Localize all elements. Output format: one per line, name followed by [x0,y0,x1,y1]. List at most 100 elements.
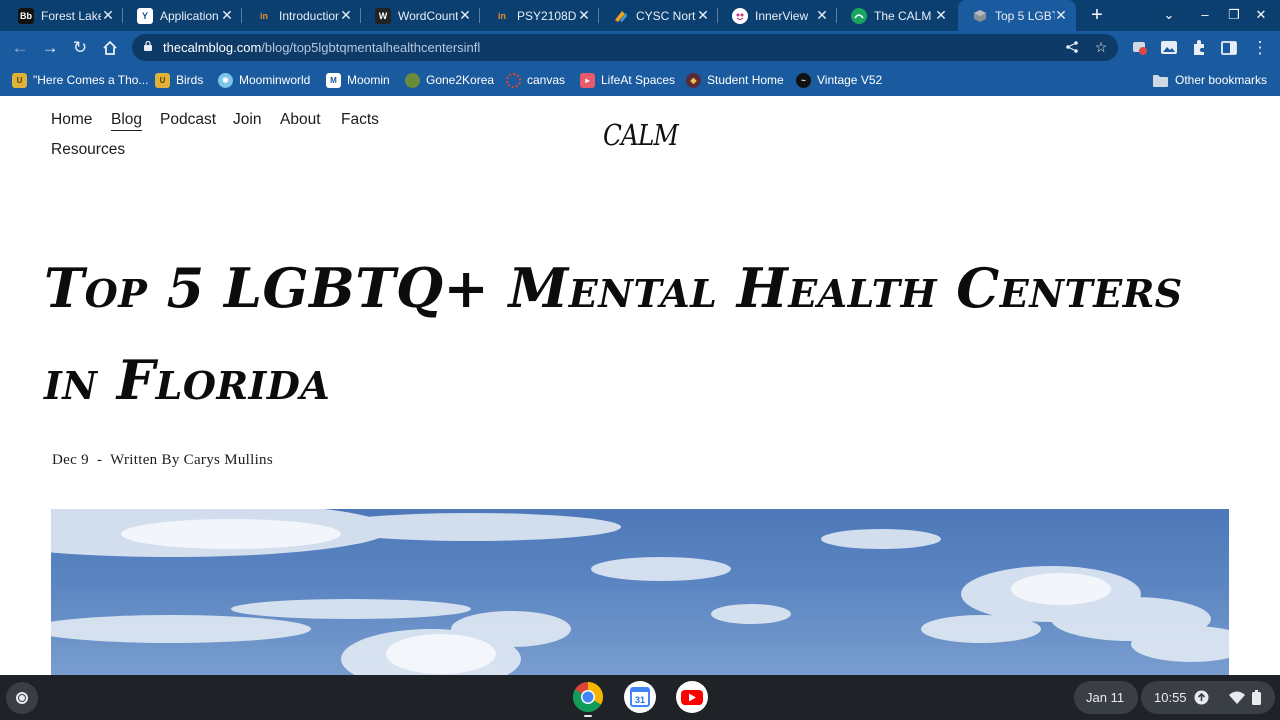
home-icon[interactable] [98,36,122,60]
tab-innerview[interactable]: InnerView ✕ [718,0,837,31]
time-text: 10:55 [1154,690,1187,705]
chrome-app-icon[interactable] [572,681,604,713]
extension-icon[interactable] [1131,39,1149,57]
tab-title: Application [160,8,219,23]
status-tray[interactable]: 10:55 [1141,681,1275,714]
bookmark-vintage-v52[interactable]: ~ Vintage V52 [796,71,882,89]
bookmark-here-comes[interactable]: U "Here Comes a Tho... [12,71,148,89]
bookmark-birds[interactable]: U Birds [155,71,203,89]
bookmark-label: Moominworld [239,73,311,87]
close-tab-icon[interactable]: ✕ [219,7,235,23]
site-logo[interactable]: CALM [603,118,679,152]
page-content: Home Blog Podcast Join About Facts Resou… [0,96,1280,675]
tab-introduction[interactable]: in Introduction ✕ [242,0,361,31]
running-indicator [584,715,592,717]
tab-search-chevron-icon[interactable]: ⌄ [1160,6,1178,24]
nav-home[interactable]: Home [51,111,92,129]
tab-psy2108de[interactable]: in PSY2108DE ✕ [480,0,599,31]
tab-title: Top 5 LGBT [995,8,1055,23]
bookmark-label: canvas [527,73,566,87]
bookmark-label: Moomin [347,73,390,87]
restore-icon[interactable]: ❐ [1225,6,1243,24]
close-window-icon[interactable]: ✕ [1252,6,1270,24]
tab-wordcount[interactable]: W WordCount ✕ [361,0,480,31]
tab-title: Forest Lake [41,8,101,23]
close-tab-icon[interactable]: ✕ [457,7,473,23]
calm-icon [851,7,867,24]
nav-podcast[interactable]: Podcast [160,111,216,129]
address-bar[interactable]: thecalmblog.com/blog/top5lgbtqmentalheal… [132,34,1118,61]
nav-about[interactable]: About [280,111,321,129]
bookmark-favicon-icon: U [12,72,27,88]
bookmark-label: LifeAt Spaces [601,73,676,87]
close-tab-icon[interactable]: ✕ [1053,7,1069,23]
bookmark-moominworld[interactable]: ✱ Moominworld [218,71,310,89]
url-path: /blog/top5lgbtqmentalhealthcentersinfl [261,40,481,55]
innerview-icon [732,7,748,24]
bookmark-canvas[interactable]: canvas [506,71,565,89]
wifi-icon [1229,691,1245,704]
tab-top5-lgbt[interactable]: Top 5 LGBT ✕ [958,0,1076,31]
side-panel-icon[interactable] [1220,39,1238,57]
nav-blog[interactable]: Blog [111,111,143,131]
tab-calm-blog[interactable]: The CALM B ✕ [837,0,956,31]
tab-title: The CALM B [874,8,934,23]
forward-icon[interactable]: → [38,36,62,60]
close-tab-icon[interactable]: ✕ [695,7,711,23]
tab-strip: Bb Forest Lake ✕ Y Application ✕ in Intr… [0,0,1280,31]
bookmark-label: Vintage V52 [817,73,883,87]
tab-forest-lake[interactable]: Bb Forest Lake ✕ [4,0,123,31]
in-icon: in [498,10,506,21]
bookmark-gone2korea[interactable]: Gone2Korea [405,71,494,89]
bookmark-moomin[interactable]: M Moomin [326,71,390,89]
browser-menu-icon[interactable]: ⋮ [1248,36,1272,60]
tab-title: WordCount [398,8,458,23]
update-icon [1194,690,1209,705]
bookmark-star-icon[interactable]: ☆ [1091,37,1111,57]
extensions-puzzle-icon[interactable] [1190,39,1208,57]
nav-facts[interactable]: Facts [341,111,379,129]
nav-resources[interactable]: Resources [51,141,125,159]
calendar-app-icon[interactable]: 31 [624,681,656,713]
tab-application[interactable]: Y Application ✕ [123,0,242,31]
launcher-button[interactable] [6,682,38,714]
launcher-dot-icon [19,695,25,701]
date-text: Jan 11 [1086,690,1125,705]
battery-icon [1252,690,1261,705]
close-tab-icon[interactable]: ✕ [933,7,949,23]
tab-title: InnerView [755,8,809,23]
browser-toolbar: ← → ↻ thecalmblog.com/blog/top5lgbtqment… [0,31,1280,64]
close-tab-icon[interactable]: ✕ [576,7,592,23]
page-title: Top 5 LGBTQ+ Mental Health Centers in Fl… [44,256,1183,412]
blackboard-icon: Bb [18,7,34,24]
close-tab-icon[interactable]: ✕ [814,7,830,23]
back-icon[interactable]: ← [8,36,32,60]
other-bookmarks[interactable]: Other bookmarks [1153,71,1267,89]
post-author: Written By Carys Mullins [110,452,273,468]
byline-separator: - [97,452,103,468]
bookmark-lifeat-spaces[interactable]: ▸ LifeAt Spaces [580,71,675,89]
wordcount-icon: W [375,7,391,24]
reload-icon[interactable]: ↻ [68,36,92,60]
tab-title: CYSC North [636,8,696,23]
in-icon: in [260,10,268,21]
gone2korea-icon [405,72,420,88]
nav-join[interactable]: Join [233,111,261,129]
close-tab-icon[interactable]: ✕ [338,7,354,23]
close-tab-icon[interactable]: ✕ [100,7,116,23]
post-date: Dec 9 [52,452,89,468]
minimize-icon[interactable]: – [1196,6,1214,24]
post-meta: Dec 9 - Written By Carys Mullins [52,452,273,469]
youtube-app-icon[interactable] [676,681,708,713]
yale-icon: Y [137,7,153,24]
bookmark-student-home[interactable]: ◆ Student Home [686,71,784,89]
share-icon[interactable] [1062,37,1082,57]
date-tray[interactable]: Jan 11 [1074,681,1138,714]
cube-icon [972,8,988,24]
screenshot-extension-icon[interactable] [1160,39,1178,57]
student-home-icon: ◆ [686,72,701,88]
new-tab-button[interactable]: + [1086,4,1108,26]
moomin-icon: M [326,72,341,88]
tab-title: PSY2108DE [517,8,577,23]
tab-cysc-north[interactable]: CYSC North ✕ [599,0,718,31]
